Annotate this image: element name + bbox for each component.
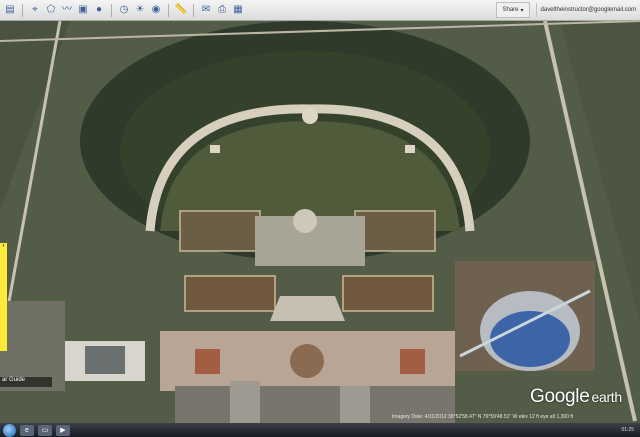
clock[interactable]: 01:25 bbox=[621, 427, 634, 433]
toolbar-right: Share ▾ daveltheinstructor@googlemail.co… bbox=[496, 0, 640, 21]
toolbar-separator bbox=[111, 3, 112, 17]
start-orb-icon[interactable] bbox=[3, 423, 16, 437]
media-icon[interactable]: ▶ bbox=[56, 424, 70, 436]
system-tray: 01:25 bbox=[621, 427, 640, 433]
toolbar-separator bbox=[193, 3, 194, 17]
path-icon[interactable]: 〰 bbox=[60, 3, 74, 17]
historical-imagery-icon[interactable]: ◷ bbox=[117, 3, 131, 17]
logo-google-text: Google bbox=[530, 386, 590, 407]
imagery-info: Imagery Date: 4/11/2012 38°52'58.47" N 7… bbox=[392, 414, 574, 420]
ruler-icon[interactable]: 📏 bbox=[174, 3, 188, 17]
earth-toolbar: ▤ ⌖ ⬠ 〰 ▣ ● ◷ ☀ ◉ 📏 ✉ ⎙ ▦ Share ▾ davelt… bbox=[0, 0, 640, 21]
side-panel-tab[interactable]: ‹ bbox=[0, 243, 7, 351]
chevron-down-icon: ▾ bbox=[520, 7, 524, 14]
sunlight-icon[interactable]: ☀ bbox=[133, 3, 147, 17]
sidebar-guide-label[interactable]: ar Guide bbox=[0, 377, 52, 387]
ie-icon[interactable]: e bbox=[20, 424, 34, 436]
polygon-icon[interactable]: ⬠ bbox=[44, 3, 58, 17]
print-icon[interactable]: ⎙ bbox=[215, 3, 229, 17]
satellite-imagery[interactable] bbox=[0, 21, 640, 423]
toolbar-icon-group: ▤ ⌖ ⬠ 〰 ▣ ● ◷ ☀ ◉ 📏 ✉ ⎙ ▦ bbox=[0, 3, 245, 17]
folder-icon[interactable]: ▭ bbox=[38, 424, 52, 436]
image-overlay-icon[interactable]: ▣ bbox=[76, 3, 90, 17]
share-button[interactable]: Share ▾ bbox=[496, 2, 530, 18]
toolbar-separator bbox=[22, 3, 23, 17]
placemark-icon[interactable]: ⌖ bbox=[28, 3, 42, 17]
sidebar-toggle-icon[interactable]: ▤ bbox=[3, 3, 17, 17]
map-view[interactable] bbox=[0, 21, 640, 423]
google-earth-logo: Google earth bbox=[530, 386, 622, 408]
view-in-maps-icon[interactable]: ▦ bbox=[231, 3, 245, 17]
share-label: Share bbox=[502, 7, 519, 13]
account-email[interactable]: daveltheinstructor@googlemail.com bbox=[535, 3, 640, 17]
toolbar-separator bbox=[168, 3, 169, 17]
windows-taskbar: e ▭ ▶ 01:25 bbox=[0, 423, 640, 437]
logo-earth-text: earth bbox=[591, 389, 622, 405]
email-icon[interactable]: ✉ bbox=[199, 3, 213, 17]
record-tour-icon[interactable]: ● bbox=[92, 3, 106, 17]
planets-icon[interactable]: ◉ bbox=[149, 3, 163, 17]
side-panel-chevron-icon: ‹ bbox=[2, 243, 5, 249]
